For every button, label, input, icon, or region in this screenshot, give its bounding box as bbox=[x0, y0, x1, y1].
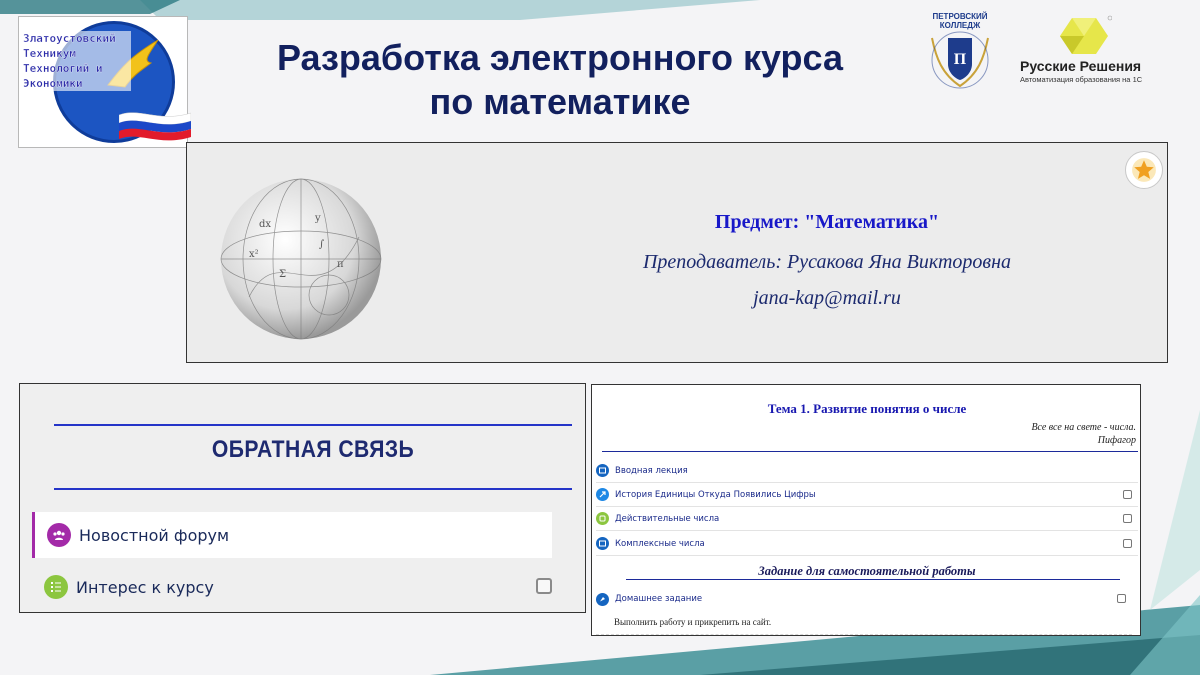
logo-text: Златоустовский Техникум Технологий и Эко… bbox=[23, 31, 131, 91]
course-interest-item[interactable]: Интерес к курсу bbox=[32, 564, 552, 610]
petrovsky-logo-text: ПЕТРОВСКИЙ КОЛЛЕДЖ bbox=[922, 12, 998, 30]
feedback-list-icon bbox=[44, 575, 68, 599]
news-forum-label: Новостной форум bbox=[79, 525, 230, 545]
divider bbox=[54, 488, 572, 490]
divider bbox=[626, 579, 1120, 580]
link-icon bbox=[596, 488, 609, 501]
epigraph-quote: Все все на свете - числа. bbox=[1031, 422, 1136, 433]
page-title: Разработка электронного курса по математ… bbox=[230, 36, 890, 124]
page-icon bbox=[596, 464, 609, 477]
star-icon bbox=[1132, 158, 1156, 182]
complex-numbers-item[interactable]: Комплексные числа bbox=[596, 532, 1138, 556]
feedback-heading: ОБРАТНАЯ СВЯЗЬ bbox=[211, 436, 415, 463]
course-teacher: Преподаватель: Русакова Яна Викторовна bbox=[642, 251, 1012, 273]
item-label: Вводная лекция bbox=[615, 465, 688, 476]
logo-line: Техникум bbox=[23, 47, 76, 60]
svg-text:x²: x² bbox=[249, 249, 259, 260]
russian-flag-icon bbox=[119, 112, 191, 141]
lesson-icon bbox=[596, 512, 609, 525]
svg-text:y: y bbox=[314, 213, 321, 224]
math-globe-icon: dx y Σπ x² ∫ bbox=[220, 178, 382, 340]
feedback-panel: ОБРАТНАЯ СВЯЗЬ Новостной форум Интерес к… bbox=[19, 383, 586, 613]
completion-checkbox[interactable] bbox=[1123, 490, 1132, 499]
svg-text:∫: ∫ bbox=[319, 239, 324, 250]
favourite-button[interactable] bbox=[1125, 151, 1163, 189]
homework-item[interactable]: Домашнее задание bbox=[596, 587, 1138, 611]
title-line-1: Разработка электронного курса bbox=[277, 37, 843, 78]
history-link-item[interactable]: История Единицы Откуда Появились Цифры bbox=[596, 483, 1138, 507]
course-subject: Предмет: "Математика" bbox=[714, 211, 940, 233]
completion-checkbox[interactable] bbox=[536, 578, 552, 594]
petrovsky-line: КОЛЛЕДЖ bbox=[939, 21, 981, 30]
item-label: Действительные числа bbox=[615, 513, 720, 524]
topic-title: Тема 1. Развитие понятия о числе bbox=[767, 401, 967, 416]
page-icon bbox=[596, 537, 609, 550]
title-line-2: по математике bbox=[429, 81, 691, 122]
logo-line: Экономики bbox=[23, 77, 83, 90]
news-forum-item[interactable]: Новостной форум bbox=[32, 512, 552, 558]
homework-description: Выполнить работу и прикрепить на сайт. bbox=[614, 617, 772, 627]
college-logo: Златоустовский Техникум Технологий и Эко… bbox=[18, 16, 191, 148]
course-interest-label: Интерес к курсу bbox=[76, 577, 214, 597]
forum-icon bbox=[47, 523, 71, 547]
real-numbers-item[interactable]: Действительные числа bbox=[596, 507, 1138, 531]
assignment-icon bbox=[596, 592, 609, 606]
shield-icon: П bbox=[931, 31, 989, 89]
logo-line: Технологий и bbox=[23, 62, 103, 75]
right-decor-stripe bbox=[1150, 410, 1200, 610]
intro-lecture-item[interactable]: Вводная лекция bbox=[596, 459, 1138, 483]
russkie-resheniya-tagline: Автоматизация образования на 1С bbox=[1020, 75, 1143, 84]
completion-checkbox[interactable] bbox=[1123, 514, 1132, 523]
petrovsky-college-logo: ПЕТРОВСКИЙ КОЛЛЕДЖ П bbox=[922, 12, 998, 90]
completion-checkbox[interactable] bbox=[1123, 539, 1132, 548]
divider bbox=[602, 451, 1138, 452]
item-label: История Единицы Откуда Появились Цифры bbox=[615, 489, 816, 500]
russkie-resheniya-logo-icon bbox=[1060, 15, 1112, 54]
epigraph-author: Пифагор bbox=[1097, 435, 1136, 446]
self-study-section-title: Задание для самостоятельной работы bbox=[758, 564, 976, 578]
russkie-resheniya-name: Русские Решения bbox=[1020, 58, 1142, 74]
svg-text:П: П bbox=[954, 51, 967, 68]
course-header-panel: dx y Σπ x² ∫ Предмет: "Математика" Препода… bbox=[186, 142, 1168, 363]
svg-text:π: π bbox=[337, 259, 344, 270]
teacher-email-link[interactable]: jana-kap@mail.ru bbox=[567, 287, 1087, 310]
item-label: Домашнее задание bbox=[615, 594, 703, 604]
logo-line: Златоустовский bbox=[23, 32, 116, 45]
completion-checkbox[interactable] bbox=[1117, 594, 1126, 603]
svg-text:Σ: Σ bbox=[279, 269, 286, 280]
svg-text:dx: dx bbox=[259, 219, 271, 230]
divider bbox=[54, 424, 572, 426]
topic-epigraph: Все все на свете - числа. Пифагор bbox=[1031, 421, 1136, 447]
topic-panel: Тема 1. Развитие понятия о числе Все все… bbox=[591, 384, 1141, 636]
item-label: Комплексные числа bbox=[615, 538, 705, 549]
petrovsky-line: ПЕТРОВСКИЙ bbox=[932, 12, 988, 21]
